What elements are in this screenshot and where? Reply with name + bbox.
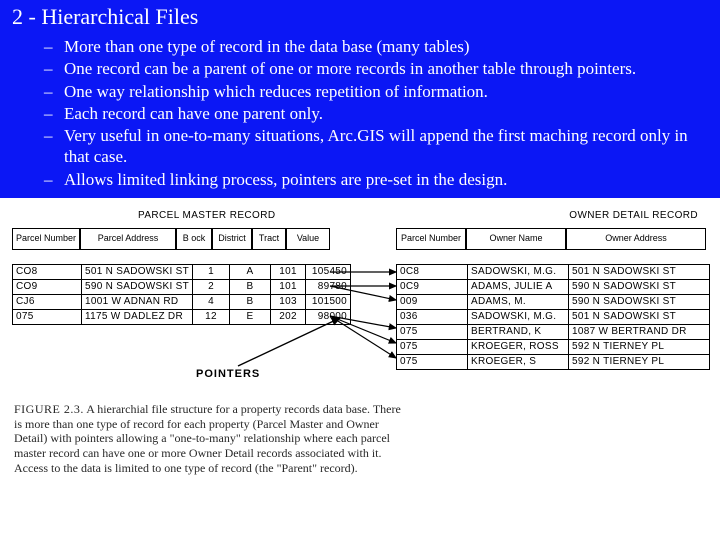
col-parcel-number: Parcel Number bbox=[12, 228, 80, 250]
table-row: 075 BERTRAND, K 1087 W BERTRAND DR bbox=[397, 325, 710, 340]
cell: 075 bbox=[13, 310, 82, 325]
cell: 075 bbox=[397, 340, 468, 355]
col-owner-name: Owner Name bbox=[466, 228, 566, 250]
cell: 89780 bbox=[306, 280, 351, 295]
cell: ADAMS, JULIE A bbox=[468, 280, 569, 295]
cell: 12 bbox=[193, 310, 230, 325]
table-row: 075 KROEGER, S 592 N TIERNEY PL bbox=[397, 355, 710, 370]
cell: 0C8 bbox=[397, 265, 468, 280]
cell: 036 bbox=[397, 310, 468, 325]
cell: KROEGER, S bbox=[468, 355, 569, 370]
cell: 075 bbox=[397, 325, 468, 340]
col-block: B ock bbox=[176, 228, 212, 250]
cell: CO9 bbox=[13, 280, 82, 295]
col-tract: Tract bbox=[252, 228, 286, 250]
bullet-list: More than one type of record in the data… bbox=[12, 36, 708, 190]
table-row: 0C9 ADAMS, JULIE A 590 N SADOWSKI ST bbox=[397, 280, 710, 295]
cell: 101 bbox=[271, 265, 306, 280]
cell: 1001 W ADNAN RD bbox=[82, 295, 193, 310]
owner-detail-label: OWNER DETAIL RECORD bbox=[569, 210, 698, 221]
cell: 501 N SADOWSKI ST bbox=[569, 265, 710, 280]
cell: CJ6 bbox=[13, 295, 82, 310]
parcel-master-label: PARCEL MASTER RECORD bbox=[138, 210, 275, 221]
cell: KROEGER, ROSS bbox=[468, 340, 569, 355]
cell: E bbox=[230, 310, 271, 325]
pointers-label: POINTERS bbox=[196, 368, 260, 380]
list-item: More than one type of record in the data… bbox=[44, 36, 700, 57]
figure-caption: FIGURE 2.3. A hierarchial file structure… bbox=[14, 402, 402, 475]
cell: 105450 bbox=[306, 265, 351, 280]
owner-detail-table: 0C8 SADOWSKI, M.G. 501 N SADOWSKI ST 0C9… bbox=[396, 264, 710, 370]
slide: 2 - Hierarchical Files More than one typ… bbox=[0, 0, 720, 540]
table-row: 009 ADAMS, M. 590 N SADOWSKI ST bbox=[397, 295, 710, 310]
cell: 1 bbox=[193, 265, 230, 280]
diagram-area: PARCEL MASTER RECORD OWNER DETAIL RECORD… bbox=[0, 198, 720, 528]
table-row: 036 SADOWSKI, M.G. 501 N SADOWSKI ST bbox=[397, 310, 710, 325]
cell: 4 bbox=[193, 295, 230, 310]
col-district: District bbox=[212, 228, 252, 250]
col-value: Value bbox=[286, 228, 330, 250]
cell: B bbox=[230, 280, 271, 295]
list-item: Very useful in one-to-many situations, A… bbox=[44, 125, 700, 168]
cell: 0C9 bbox=[397, 280, 468, 295]
table-row: CO8 501 N SADOWSKI ST 1 A 101 105450 bbox=[13, 265, 351, 280]
cell: 202 bbox=[271, 310, 306, 325]
list-item: One record can be a parent of one or mor… bbox=[44, 58, 700, 79]
cell: BERTRAND, K bbox=[468, 325, 569, 340]
cell: 103 bbox=[271, 295, 306, 310]
header-block: 2 - Hierarchical Files More than one typ… bbox=[0, 0, 720, 198]
parcel-master-table: CO8 501 N SADOWSKI ST 1 A 101 105450 CO9… bbox=[12, 264, 351, 325]
cell: 501 N SADOWSKI ST bbox=[82, 265, 193, 280]
cell: 1087 W BERTRAND DR bbox=[569, 325, 710, 340]
cell: 1175 W DADLEZ DR bbox=[82, 310, 193, 325]
table-row: 075 1175 W DADLEZ DR 12 E 202 98000 bbox=[13, 310, 351, 325]
col-parcel-address: Parcel Address bbox=[80, 228, 176, 250]
cell: CO8 bbox=[13, 265, 82, 280]
table-row: CJ6 1001 W ADNAN RD 4 B 103 101500 bbox=[13, 295, 351, 310]
cell: 590 N SADOWSKI ST bbox=[82, 280, 193, 295]
table-row: 0C8 SADOWSKI, M.G. 501 N SADOWSKI ST bbox=[397, 265, 710, 280]
table-row: 075 KROEGER, ROSS 592 N TIERNEY PL bbox=[397, 340, 710, 355]
cell: 98000 bbox=[306, 310, 351, 325]
col-owner-address: Owner Address bbox=[566, 228, 706, 250]
cell: 101500 bbox=[306, 295, 351, 310]
cell: 590 N SADOWSKI ST bbox=[569, 295, 710, 310]
cell: 592 N TIERNEY PL bbox=[569, 340, 710, 355]
cell: ADAMS, M. bbox=[468, 295, 569, 310]
page-title: 2 - Hierarchical Files bbox=[12, 4, 708, 30]
cell: 590 N SADOWSKI ST bbox=[569, 280, 710, 295]
list-item: Each record can have one parent only. bbox=[44, 103, 700, 124]
col-owner-parcel-number: Parcel Number bbox=[396, 228, 466, 250]
figure-number: FIGURE 2.3. bbox=[14, 402, 84, 416]
cell: 592 N TIERNEY PL bbox=[569, 355, 710, 370]
cell: 101 bbox=[271, 280, 306, 295]
cell: A bbox=[230, 265, 271, 280]
list-item: One way relationship which reduces repet… bbox=[44, 81, 700, 102]
list-item: Allows limited linking process, pointers… bbox=[44, 169, 700, 190]
table-row: CO9 590 N SADOWSKI ST 2 B 101 89780 bbox=[13, 280, 351, 295]
cell: SADOWSKI, M.G. bbox=[468, 265, 569, 280]
cell: 501 N SADOWSKI ST bbox=[569, 310, 710, 325]
cell: 009 bbox=[397, 295, 468, 310]
cell: SADOWSKI, M.G. bbox=[468, 310, 569, 325]
cell: B bbox=[230, 295, 271, 310]
cell: 2 bbox=[193, 280, 230, 295]
cell: 075 bbox=[397, 355, 468, 370]
